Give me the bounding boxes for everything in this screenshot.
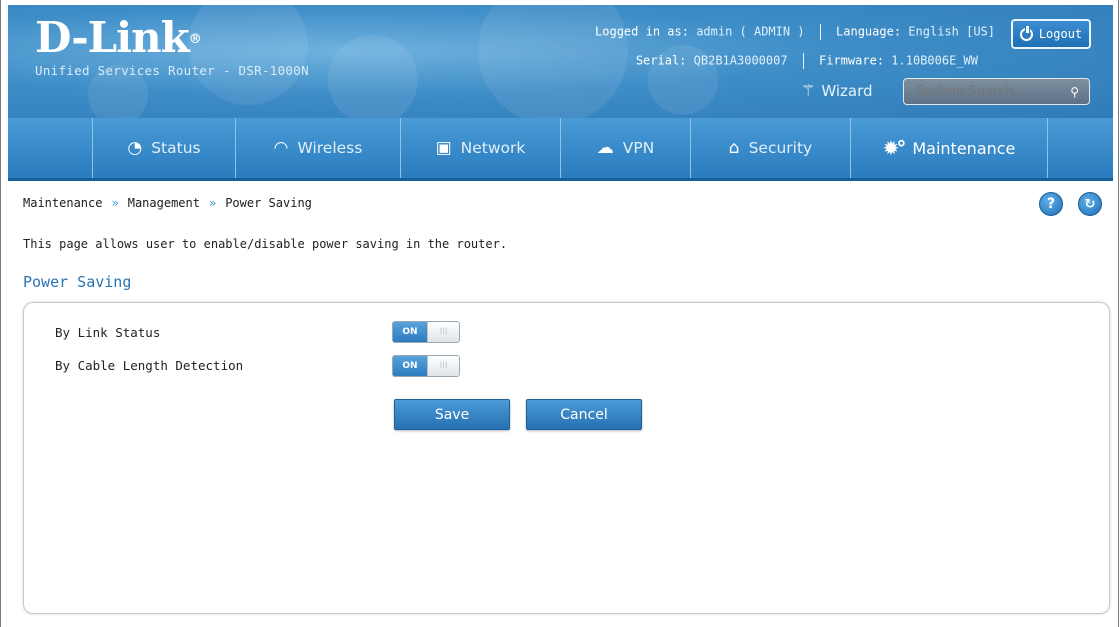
lock-icon: ⌂ — [728, 138, 740, 158]
magic-wand-icon: ⚚ — [801, 81, 816, 100]
breadcrumb-management[interactable]: Management — [128, 196, 200, 210]
header: D-Link® Unified Services Router - DSR-10… — [8, 5, 1113, 120]
nav-vpn[interactable]: ☁ VPN — [560, 118, 690, 178]
cloud-lock-icon: ☁ — [596, 138, 614, 158]
computer-icon: ▣ — [435, 138, 452, 158]
dlink-logo: D-Link® — [35, 13, 202, 62]
breadcrumb: Maintenance » Management » Power Saving — [23, 196, 312, 210]
cable-length-label: By Cable Length Detection — [55, 358, 244, 373]
breadcrumb-separator: » — [111, 196, 119, 210]
breadcrumb-power-saving: Power Saving — [225, 196, 312, 210]
cable-length-toggle[interactable]: ON III — [392, 355, 460, 377]
search-input[interactable] — [914, 83, 1058, 100]
system-search[interactable]: ⚲ — [903, 78, 1090, 105]
main-nav: ◔ Status ◠ Wireless ▣ Network ☁ VPN ⌂ Se… — [8, 118, 1113, 181]
logged-in-user: admin ( ADMIN ) — [696, 24, 805, 39]
power-saving-panel: By Link Status ON III By Cable Length De… — [23, 302, 1110, 614]
divider — [802, 53, 804, 69]
link-status-label: By Link Status — [55, 325, 161, 340]
link-status-toggle[interactable]: ON III — [392, 321, 460, 343]
nav-wireless[interactable]: ◠ Wireless — [235, 118, 400, 178]
section-title: Power Saving — [23, 273, 132, 291]
nav-network[interactable]: ▣ Network — [400, 118, 560, 178]
nav-status[interactable]: ◔ Status — [92, 118, 235, 178]
logout-button[interactable]: Logout — [1011, 19, 1091, 49]
cancel-button[interactable]: Cancel — [526, 399, 642, 430]
login-info: Logged in as: admin ( ADMIN ) Language: … — [595, 24, 995, 40]
serial-number: QB2B1A3000007 — [693, 53, 788, 68]
language-selector[interactable]: English [US] — [908, 25, 995, 39]
toggle-off: III — [427, 356, 459, 376]
refresh-icon[interactable]: ↻ — [1078, 192, 1102, 216]
firmware-version: 1.10B006E_WW — [891, 53, 978, 68]
dashboard-icon: ◔ — [127, 138, 143, 158]
toggle-off: III — [427, 322, 459, 342]
nav-maintenance[interactable]: ✹° Maintenance — [850, 118, 1048, 178]
divider — [819, 24, 821, 40]
search-icon[interactable]: ⚲ — [1070, 85, 1079, 99]
wifi-icon: ◠ — [273, 138, 289, 158]
page-frame: D-Link® Unified Services Router - DSR-10… — [0, 0, 1119, 627]
product-tagline: Unified Services Router - DSR-1000N — [35, 63, 309, 78]
gears-icon: ✹° — [882, 136, 907, 160]
help-icon[interactable]: ? — [1039, 192, 1063, 216]
device-info: Serial: QB2B1A3000007 Firmware: 1.10B006… — [635, 53, 978, 69]
wizard-link[interactable]: ⚚ Wizard — [801, 81, 873, 100]
nav-security[interactable]: ⌂ Security — [690, 118, 850, 178]
breadcrumb-separator: » — [208, 196, 217, 210]
toggle-on: ON — [393, 322, 427, 342]
toggle-on: ON — [393, 356, 427, 376]
save-button[interactable]: Save — [394, 399, 510, 430]
breadcrumb-maintenance[interactable]: Maintenance — [23, 196, 102, 210]
power-icon — [1019, 25, 1033, 41]
page-description: This page allows user to enable/disable … — [23, 237, 508, 251]
